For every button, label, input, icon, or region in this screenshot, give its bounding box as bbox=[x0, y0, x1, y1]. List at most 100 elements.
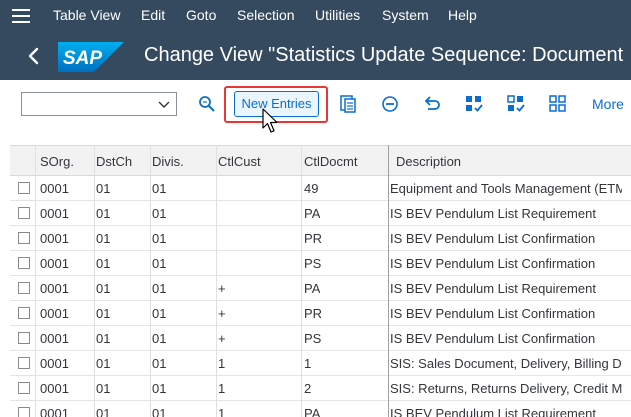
cell-divis: 01 bbox=[152, 406, 167, 417]
col-header-dstch[interactable]: DstCh bbox=[96, 154, 132, 169]
row-select-checkbox[interactable] bbox=[18, 257, 30, 269]
menu-icon[interactable] bbox=[12, 9, 30, 23]
menu-table-view[interactable]: Table View bbox=[53, 7, 120, 23]
row-select-checkbox[interactable] bbox=[18, 182, 30, 194]
column-divider bbox=[94, 145, 95, 417]
cell-dstch: 01 bbox=[96, 256, 111, 271]
more-button[interactable]: More bbox=[592, 96, 624, 112]
cell-ctldocmt: PA bbox=[304, 281, 321, 296]
chevron-down-icon bbox=[158, 101, 170, 108]
cell-dstch: 01 bbox=[96, 206, 111, 221]
row-select-checkbox[interactable] bbox=[18, 232, 30, 244]
menu-utilities[interactable]: Utilities bbox=[315, 7, 360, 23]
row-select-checkbox[interactable] bbox=[18, 407, 30, 417]
cell-dstch: 01 bbox=[96, 331, 111, 346]
cell-sorg: 0001 bbox=[40, 181, 69, 196]
row-select-checkbox[interactable] bbox=[18, 382, 30, 394]
row-select-checkbox[interactable] bbox=[18, 207, 30, 219]
table-row[interactable]: 0001 01 01 1 1 SIS: Sales Document, Delivery,… bbox=[10, 351, 631, 376]
cell-sorg: 0001 bbox=[40, 256, 69, 271]
sap-logo-text: SAP bbox=[63, 48, 102, 69]
col-header-sorg[interactable]: SOrg. bbox=[40, 154, 74, 169]
cell-divis: 01 bbox=[152, 331, 167, 346]
entries-table: SOrg. DstCh Divis. CtlCust CtlDocmt Desc… bbox=[10, 145, 631, 417]
cell-sorg: 0001 bbox=[40, 406, 69, 417]
menu-system[interactable]: System bbox=[382, 7, 429, 23]
sap-logo: SAP bbox=[58, 42, 124, 72]
table-row[interactable]: 0001 01 01 1 PA IS BEV Pendulum List Requirem… bbox=[10, 401, 631, 417]
delete-icon[interactable] bbox=[380, 94, 400, 114]
table-row[interactable]: 0001 01 01 + PR IS BEV Pendulum List Confirma… bbox=[10, 301, 631, 326]
cell-ctlcust: + bbox=[218, 331, 226, 346]
cell-divis: 01 bbox=[152, 181, 167, 196]
undo-icon[interactable] bbox=[422, 94, 442, 114]
menu-edit[interactable]: Edit bbox=[141, 7, 165, 23]
menu-help[interactable]: Help bbox=[448, 7, 477, 23]
cell-ctldocmt: PS bbox=[304, 256, 322, 271]
deselect-all-icon[interactable] bbox=[548, 94, 568, 114]
cell-ctlcust: 1 bbox=[218, 356, 226, 371]
table-row[interactable]: 0001 01 01 + PA IS BEV Pendulum List Requirem… bbox=[10, 276, 631, 301]
cell-dstch: 01 bbox=[96, 381, 111, 396]
column-divider bbox=[216, 145, 217, 417]
column-divider[interactable] bbox=[388, 145, 389, 417]
table-row[interactable]: 0001 01 01 PR IS BEV Pendulum List Confirmat… bbox=[10, 226, 631, 251]
table-row[interactable]: 0001 01 01 PS IS BEV Pendulum List Confirmat… bbox=[10, 251, 631, 276]
find-icon[interactable] bbox=[197, 94, 217, 114]
cell-ctldocmt: PR bbox=[304, 231, 323, 246]
cell-description: IS BEV Pendulum List Requirement bbox=[390, 281, 596, 296]
back-arrow-icon[interactable] bbox=[22, 44, 46, 68]
cell-ctldocmt: 49 bbox=[304, 181, 319, 196]
cell-ctldocmt: PS bbox=[304, 331, 322, 346]
table-row[interactable]: 0001 01 01 + PS IS BEV Pendulum List Confirma… bbox=[10, 326, 631, 351]
cell-sorg: 0001 bbox=[40, 206, 69, 221]
cell-description: IS BEV Pendulum List Requirement bbox=[390, 406, 596, 417]
column-divider bbox=[35, 145, 36, 417]
select-block-icon[interactable] bbox=[506, 94, 526, 114]
cell-description: IS BEV Pendulum List Confirmation bbox=[390, 331, 596, 346]
cell-divis: 01 bbox=[152, 306, 167, 321]
mouse-cursor-icon bbox=[262, 108, 278, 133]
row-select-checkbox[interactable] bbox=[18, 307, 30, 319]
title-bar: SAP Change View "Statistics Update Seque… bbox=[0, 32, 631, 80]
table-row[interactable]: 0001 01 01 49 Equipment and Tools Management… bbox=[10, 176, 631, 201]
cell-divis: 01 bbox=[152, 206, 167, 221]
cell-description: IS BEV Pendulum List Confirmation bbox=[390, 231, 596, 246]
column-divider bbox=[301, 145, 302, 417]
cell-ctlcust: 1 bbox=[218, 406, 226, 417]
row-select-checkbox[interactable] bbox=[18, 332, 30, 344]
row-select-checkbox[interactable] bbox=[18, 282, 30, 294]
cell-sorg: 0001 bbox=[40, 231, 69, 246]
cell-divis: 01 bbox=[152, 256, 167, 271]
col-header-description[interactable]: Description bbox=[396, 154, 461, 169]
col-header-divis[interactable]: Divis. bbox=[152, 154, 184, 169]
cell-sorg: 0001 bbox=[40, 331, 69, 346]
table-row[interactable]: 0001 01 01 PA IS BEV Pendulum List Requireme… bbox=[10, 201, 631, 226]
cell-ctldocmt: PA bbox=[304, 206, 321, 221]
cell-dstch: 01 bbox=[96, 281, 111, 296]
cell-description: Equipment and Tools Management (ETM bbox=[390, 181, 622, 196]
copy-as-icon[interactable] bbox=[338, 94, 358, 114]
table-header: SOrg. DstCh Divis. CtlCust CtlDocmt Desc… bbox=[10, 145, 631, 176]
row-select-checkbox[interactable] bbox=[18, 357, 30, 369]
page-title: Change View "Statistics Update Sequence:… bbox=[144, 44, 624, 66]
cell-ctldocmt: PR bbox=[304, 306, 323, 321]
menu-goto[interactable]: Goto bbox=[186, 7, 216, 23]
col-header-ctldocmt[interactable]: CtlDocmt bbox=[304, 154, 357, 169]
table-row[interactable]: 0001 01 01 1 2 SIS: Returns, Returns Delivery… bbox=[10, 376, 631, 401]
cell-description: IS BEV Pendulum List Requirement bbox=[390, 206, 596, 221]
cell-description: IS BEV Pendulum List Confirmation bbox=[390, 256, 596, 271]
cell-description: IS BEV Pendulum List Confirmation bbox=[390, 306, 596, 321]
cell-divis: 01 bbox=[152, 231, 167, 246]
cell-description: SIS: Returns, Returns Delivery, Credit M bbox=[390, 381, 622, 396]
variant-dropdown[interactable] bbox=[21, 92, 177, 116]
select-all-icon[interactable] bbox=[464, 94, 484, 114]
cell-ctlcust: + bbox=[218, 281, 226, 296]
menu-bar: Table View Edit Goto Selection Utilities… bbox=[0, 0, 631, 32]
cell-sorg: 0001 bbox=[40, 356, 69, 371]
cell-dstch: 01 bbox=[96, 406, 111, 417]
cell-ctlcust: + bbox=[218, 306, 226, 321]
cell-ctldocmt: 2 bbox=[304, 381, 312, 396]
col-header-ctlcust[interactable]: CtlCust bbox=[218, 154, 261, 169]
menu-selection[interactable]: Selection bbox=[237, 7, 295, 23]
